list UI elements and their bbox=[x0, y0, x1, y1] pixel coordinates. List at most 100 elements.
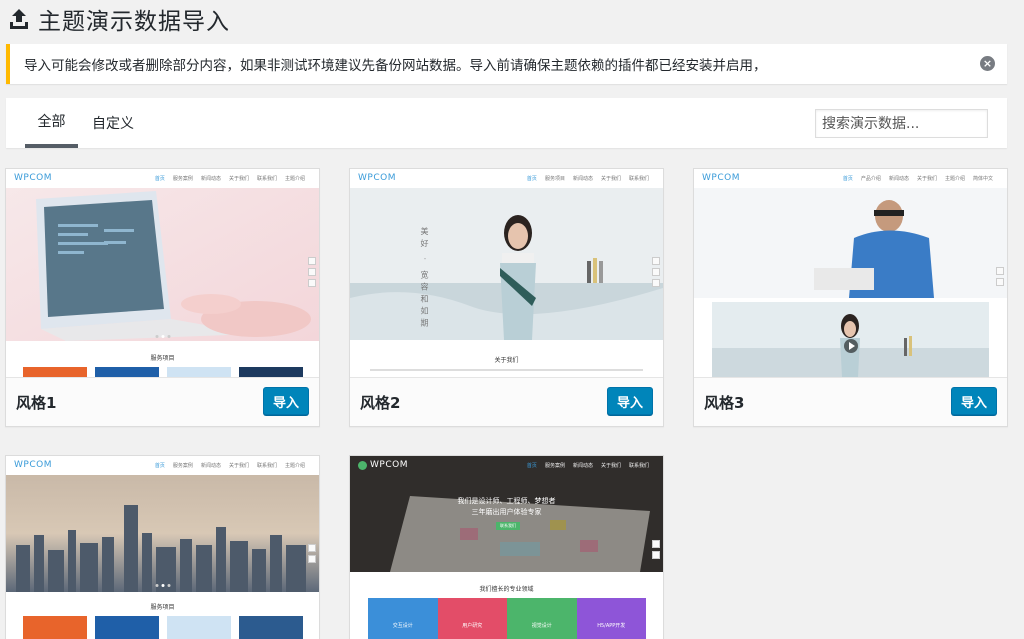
preview-nav-item: 产品介绍 bbox=[860, 176, 881, 182]
preview-logo: WPCOM bbox=[358, 173, 396, 183]
preview-nav-item: 首页 bbox=[842, 176, 853, 182]
phone-icon bbox=[996, 278, 1004, 286]
preview-nav-item: 首页 bbox=[526, 176, 537, 182]
preview-nav-item: 主题介绍 bbox=[284, 463, 305, 469]
preview-nav-item: 服务案例 bbox=[544, 463, 565, 469]
preview-thumbnails bbox=[6, 616, 319, 639]
preview-nav-item: 联系我们 bbox=[628, 463, 649, 469]
service-tile: 交互设计 bbox=[368, 598, 438, 639]
phone-icon bbox=[308, 555, 316, 563]
preview-nav-item: 服务项目 bbox=[544, 176, 565, 182]
service-tile: 用户研究 bbox=[437, 598, 507, 639]
preview-section-title: 关于我们 bbox=[494, 357, 519, 364]
preview-hero bbox=[350, 188, 663, 340]
preview-logo: WPCOM bbox=[702, 173, 740, 183]
preview-section-title: 服务项目 bbox=[150, 604, 175, 611]
preview-header: WPCOM 首页 服务案例 新闻动态 关于我们 联系我们 主题介绍 bbox=[6, 456, 319, 475]
chat-icon bbox=[308, 257, 316, 265]
card-footer: 风格3 导入 bbox=[694, 377, 1007, 426]
demo-preview-image[interactable]: WPCOM 首页 服务项目 新闻动态 关于我们 联系我们 美好 · 宽容和如期 关于我们 bbox=[350, 169, 663, 377]
phone-icon bbox=[308, 268, 316, 276]
import-button[interactable]: 导入 bbox=[951, 387, 997, 415]
preview-nav-item: 关于我们 bbox=[228, 176, 249, 182]
preview-header: WPCOM 首页 服务案例 新闻动态 关于我们 联系我们 bbox=[350, 456, 663, 475]
chat-icon bbox=[308, 544, 316, 552]
service-label: 用户研究 bbox=[462, 623, 483, 629]
service-label: 视觉设计 bbox=[531, 623, 552, 629]
preview-hero-text: 美好 · 宽容和如期 bbox=[420, 227, 429, 331]
preview-nav-item: 关于我们 bbox=[228, 463, 249, 469]
warning-notice: 导入可能会修改或者删除部分内容，如果非测试环境建议先备份网站数据。导入前请确保主… bbox=[6, 44, 1007, 84]
service-tile: 视觉设计 bbox=[507, 598, 577, 639]
mail-icon bbox=[652, 279, 660, 287]
phone-icon bbox=[652, 268, 660, 276]
mail-icon bbox=[308, 279, 316, 287]
preview-logo: WPCOM bbox=[370, 460, 408, 470]
demo-name: 风格1 bbox=[16, 394, 57, 412]
preview-hero bbox=[694, 188, 1007, 377]
card-footer: 风格1 导入 bbox=[6, 377, 319, 426]
preview-service-list: 交互设计 用户研究 视觉设计 H5/APP开发 bbox=[368, 598, 646, 639]
service-label: 交互设计 bbox=[392, 623, 413, 629]
search-input[interactable] bbox=[815, 109, 988, 138]
card-footer: 风格2 导入 bbox=[350, 377, 663, 426]
preview-header: WPCOM 首页 服务案例 新闻动态 关于我们 联系我们 主题介绍 bbox=[6, 169, 319, 188]
demo-card: WPCOM 首页 服务案例 新闻动态 关于我们 联系我们 我们是设计师、工程师、梦想者 … bbox=[349, 455, 664, 639]
preview-header: WPCOM 首页 服务项目 新闻动态 关于我们 联系我们 bbox=[350, 169, 663, 188]
preview-nav-item: 新闻动态 bbox=[572, 463, 593, 469]
preview-hero-line2: 三年磨出用户体验专家 bbox=[471, 508, 542, 516]
demo-preview-image[interactable]: WPCOM 首页 服务案例 新闻动态 关于我们 联系我们 我们是设计师、工程师、梦想者 … bbox=[350, 456, 663, 639]
service-tile: H5/APP开发 bbox=[576, 598, 646, 639]
demo-name: 风格3 bbox=[704, 394, 745, 412]
preview-nav-item: 首页 bbox=[154, 176, 165, 182]
tab-custom[interactable]: 自定义 bbox=[88, 98, 138, 148]
phone-icon bbox=[652, 551, 660, 559]
demo-card: WPCOM 首页 服务项目 新闻动态 关于我们 联系我们 美好 · 宽容和如期 关于我们… bbox=[349, 168, 664, 427]
demo-card: WPCOM 首页 服务案例 新闻动态 关于我们 联系我们 主题介绍 服务项目 bbox=[5, 455, 320, 639]
page-title: 主题演示数据导入 bbox=[8, 4, 230, 35]
preview-hero-button: 联系我们 bbox=[496, 522, 520, 530]
preview-nav-item: 主题介绍 bbox=[284, 176, 305, 182]
close-circle-icon[interactable]: × bbox=[980, 56, 995, 71]
demo-card: WPCOM 首页 服务案例 新闻动态 关于我们 联系我们 主题介绍 服务项目 风格1 导入 bbox=[5, 168, 320, 427]
demo-preview-image[interactable]: WPCOM 首页 服务案例 新闻动态 关于我们 联系我们 主题介绍 服务项目 bbox=[6, 456, 319, 639]
preview-nav-item: 新闻动态 bbox=[888, 176, 909, 182]
preview-nav-item: 服务案例 bbox=[172, 463, 193, 469]
preview-section-title: 我们擅长的专业领域 bbox=[479, 586, 534, 593]
demo-preview-image[interactable]: WPCOM 首页 产品介绍 新闻动态 关于我们 主题介绍 简体中文 bbox=[694, 169, 1007, 377]
carousel-dots bbox=[155, 584, 170, 587]
import-button[interactable]: 导入 bbox=[263, 387, 309, 415]
preview-nav-item: 简体中文 bbox=[972, 176, 993, 182]
chat-icon bbox=[652, 540, 660, 548]
tab-all[interactable]: 全部 bbox=[25, 98, 78, 148]
import-button[interactable]: 导入 bbox=[607, 387, 653, 415]
preview-nav-item: 新闻动态 bbox=[572, 176, 593, 182]
chat-icon bbox=[652, 257, 660, 265]
demo-card: WPCOM 首页 产品介绍 新闻动态 关于我们 主题介绍 简体中文 风格3 导入 bbox=[693, 168, 1008, 427]
chat-icon bbox=[996, 267, 1004, 275]
preview-logo: WPCOM bbox=[14, 173, 52, 183]
preview-hero bbox=[6, 169, 319, 341]
preview-nav-item: 联系我们 bbox=[628, 176, 649, 182]
preview-hero bbox=[6, 475, 319, 592]
preview-nav-item: 关于我们 bbox=[916, 176, 937, 182]
notice-text: 导入可能会修改或者删除部分内容，如果非测试环境建议先备份网站数据。导入前请确保主… bbox=[24, 58, 767, 74]
preview-text-line bbox=[370, 369, 643, 371]
preview-nav-item: 联系我们 bbox=[256, 176, 277, 182]
service-label: H5/APP开发 bbox=[597, 623, 626, 629]
carousel-dots bbox=[155, 335, 170, 338]
page-heading: 主题演示数据导入 bbox=[38, 9, 230, 35]
preview-nav-item: 关于我们 bbox=[600, 176, 621, 182]
upload-icon bbox=[10, 9, 28, 29]
preview-logo: WPCOM bbox=[14, 460, 52, 470]
demo-name: 风格2 bbox=[360, 394, 401, 412]
filter-bar: 全部 自定义 bbox=[6, 98, 1007, 148]
preview-nav-item: 关于我们 bbox=[600, 463, 621, 469]
logo-badge-icon bbox=[358, 461, 367, 470]
preview-nav-item: 首页 bbox=[526, 463, 537, 469]
preview-nav-item: 联系我们 bbox=[256, 463, 277, 469]
preview-thumbnails bbox=[6, 367, 319, 377]
preview-hero-line1: 我们是设计师、工程师、梦想者 bbox=[457, 497, 556, 505]
preview-nav-item: 主题介绍 bbox=[944, 176, 965, 182]
demo-preview-image[interactable]: WPCOM 首页 服务案例 新闻动态 关于我们 联系我们 主题介绍 服务项目 bbox=[6, 169, 319, 377]
